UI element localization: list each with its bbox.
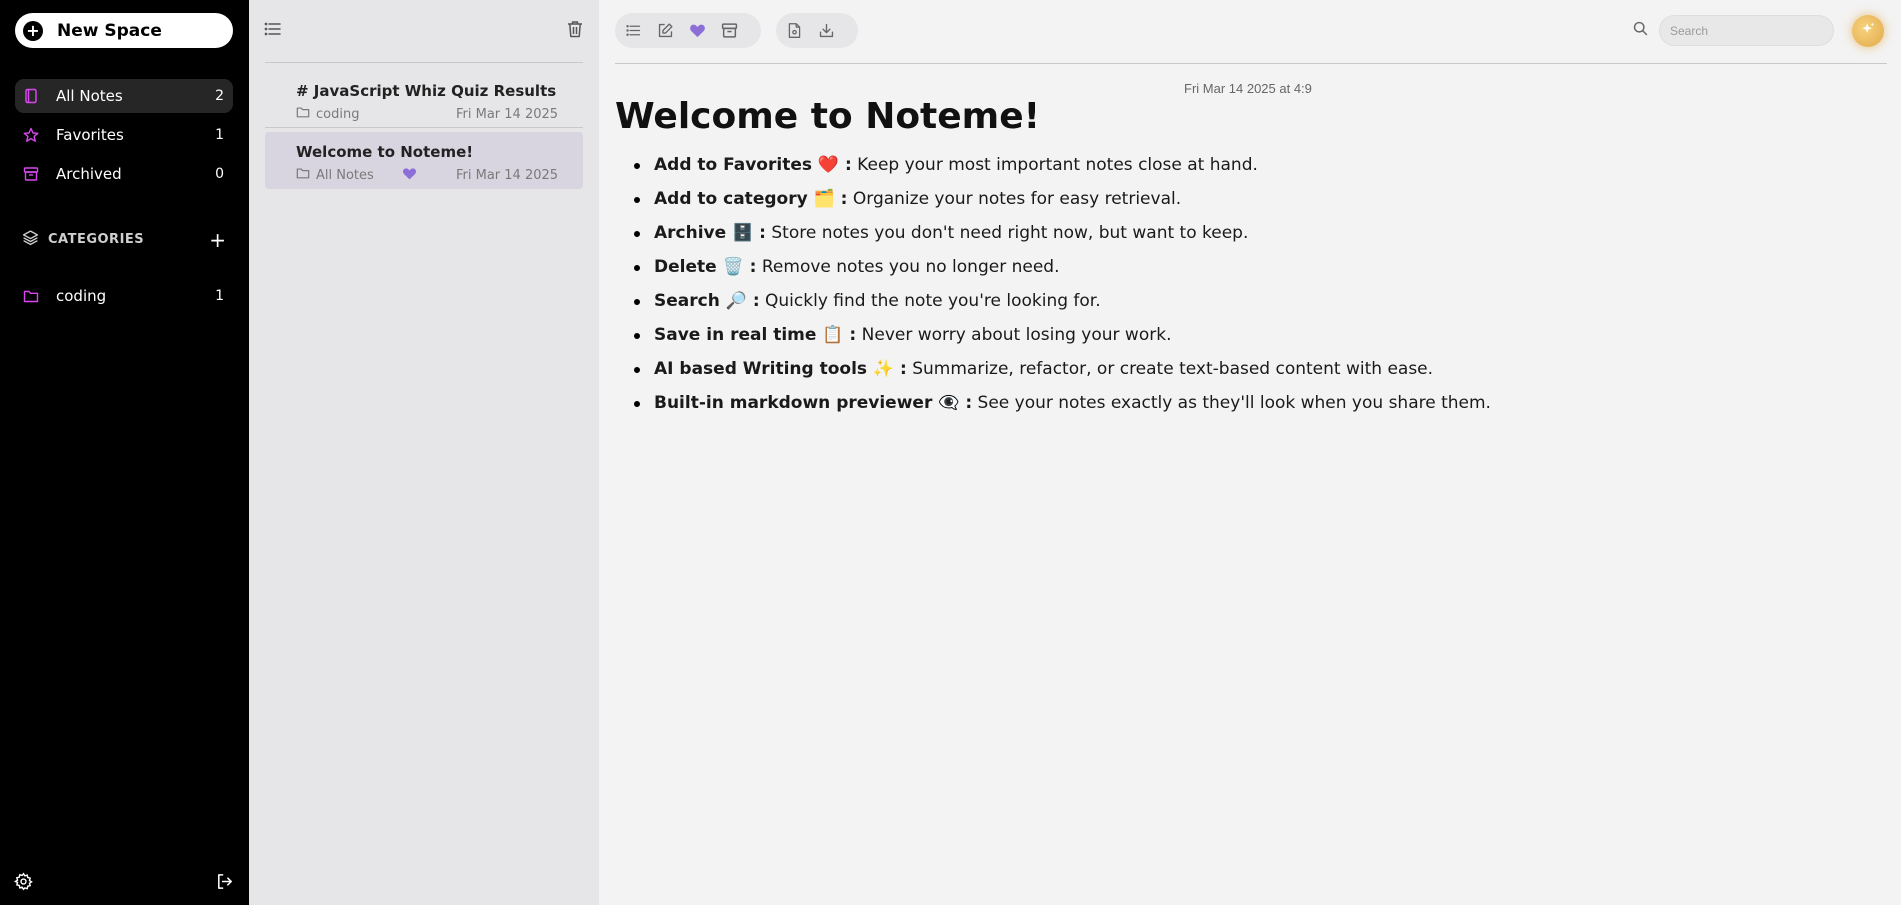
sidebar-item-count: 1	[215, 127, 224, 143]
sidebar-item-all-notes[interactable]: All Notes 2	[15, 79, 233, 113]
list-item: Built-in markdown previewer 👁️‍🗨️ : See …	[623, 388, 1823, 422]
notes-list-panel: # JavaScript Whiz Quiz Results coding Fr…	[249, 0, 599, 905]
note-title: Welcome to Noteme!	[296, 143, 474, 161]
ai-sparkle-button[interactable]	[1852, 15, 1884, 47]
list-view-icon[interactable]	[623, 21, 643, 41]
sidebar-item-count: 1	[215, 288, 224, 304]
list-item: Add to Favorites ❤️ : Keep your most imp…	[623, 150, 1823, 184]
feature-name: Archive 🗄️ :	[654, 223, 766, 243]
categories-header: CATEGORIES +	[22, 229, 226, 250]
folder-icon	[296, 166, 310, 184]
divider	[265, 62, 583, 63]
logout-icon[interactable]	[215, 872, 234, 895]
feature-name: Search 🔎 :	[654, 291, 760, 311]
feature-name: Save in real time 📋 :	[654, 325, 857, 345]
note-date: Fri Mar 14 2025	[456, 167, 559, 183]
category-list: coding 1	[15, 279, 233, 318]
edit-icon[interactable]	[655, 21, 675, 41]
sidebar-nav: All Notes 2 Favorites 1 Archived 0	[15, 79, 233, 196]
favorite-heart-icon	[402, 166, 417, 185]
categories-title: CATEGORIES	[48, 232, 145, 247]
note-category: All Notes	[316, 167, 374, 183]
sidebar-footer	[13, 872, 234, 895]
note-title: # JavaScript Whiz Quiz Results	[296, 82, 557, 100]
feature-list: Add to Favorites ❤️ : Keep your most imp…	[623, 150, 1823, 422]
feature-description: Summarize, refactor, or create text-base…	[906, 359, 1434, 379]
plus-circle-icon: +	[23, 20, 43, 41]
feature-name: AI based Writing tools ✨ :	[654, 359, 907, 379]
sidebar-item-archived[interactable]: Archived 0	[15, 157, 233, 191]
settings-gear-icon[interactable]	[13, 872, 33, 895]
trash-icon[interactable]	[565, 19, 585, 43]
new-space-button[interactable]: + New Space	[15, 13, 233, 48]
feature-description: Keep your most important notes close at …	[851, 155, 1258, 175]
new-space-label: New Space	[57, 20, 162, 41]
folder-icon	[22, 287, 40, 305]
note-meta: All Notes Fri Mar 14 2025	[296, 167, 583, 183]
list-item: Archive 🗄️ : Store notes you don't need …	[623, 218, 1823, 252]
feature-name: Delete 🗑️ :	[654, 257, 757, 277]
sidebar-item-label: Archived	[56, 165, 122, 183]
feature-description: Remove notes you no longer need.	[756, 257, 1060, 277]
sidebar-item-count: 2	[215, 88, 224, 104]
download-icon[interactable]	[816, 21, 836, 41]
list-item: AI based Writing tools ✨ : Summarize, re…	[623, 354, 1823, 388]
sidebar-item-label: All Notes	[56, 87, 123, 105]
divider	[615, 63, 1887, 64]
sidebar-item-label: Favorites	[56, 126, 124, 144]
feature-description: Store notes you don't need right now, bu…	[765, 223, 1249, 243]
feature-description: See your notes exactly as they'll look w…	[972, 393, 1491, 413]
editor-toolbar-primary	[615, 13, 761, 48]
feature-description: Organize your notes for easy retrieval.	[847, 189, 1182, 209]
archive-icon[interactable]	[719, 21, 739, 41]
document-title: Welcome to Noteme!	[615, 96, 1041, 137]
notes-toolbar	[263, 16, 585, 46]
list-item: Add to category 🗂️ : Organize your notes…	[623, 184, 1823, 218]
feature-description: Never worry about losing your work.	[856, 325, 1172, 345]
note-date: Fri Mar 14 2025	[456, 106, 559, 122]
note-card[interactable]: # JavaScript Whiz Quiz Results coding Fr…	[265, 71, 583, 128]
favorite-heart-icon[interactable]	[687, 21, 707, 41]
layers-icon	[22, 229, 39, 250]
sidebar: + New Space All Notes 2 Favorites 1 Arch…	[0, 0, 249, 905]
sidebar-item-favorites[interactable]: Favorites 1	[15, 118, 233, 152]
search-input[interactable]	[1659, 15, 1834, 46]
editor-panel: Fri Mar 14 2025 at 4:9 Welcome to Noteme…	[599, 0, 1901, 905]
add-category-button[interactable]: +	[209, 230, 226, 250]
editor-toolbar-secondary	[776, 13, 858, 48]
feature-name: Add to category 🗂️ :	[654, 189, 848, 209]
notebook-icon	[22, 87, 40, 105]
search-bar	[1632, 15, 1834, 46]
star-icon	[22, 126, 40, 144]
list-item: Search 🔎 : Quickly find the note you're …	[623, 286, 1823, 320]
folder-icon	[296, 105, 310, 123]
list-item: Save in real time 📋 : Never worry about …	[623, 320, 1823, 354]
list-view-icon[interactable]	[263, 19, 283, 43]
note-category: coding	[316, 106, 360, 122]
file-preview-icon[interactable]	[784, 21, 804, 41]
feature-name: Built-in markdown previewer 👁️‍🗨️ :	[654, 393, 973, 413]
note-meta: coding Fri Mar 14 2025	[296, 106, 583, 122]
list-item: Delete 🗑️ : Remove notes you no longer n…	[623, 252, 1823, 286]
sparkle-icon	[1860, 21, 1876, 41]
note-card-selected[interactable]: Welcome to Noteme! All Notes Fri Mar 14 …	[265, 132, 583, 189]
feature-name: Add to Favorites ❤️ :	[654, 155, 852, 175]
archive-icon	[22, 165, 40, 183]
feature-description: Quickly find the note you're looking for…	[759, 291, 1101, 311]
sidebar-item-coding[interactable]: coding 1	[15, 279, 233, 313]
sidebar-item-count: 0	[215, 166, 224, 182]
search-icon[interactable]	[1632, 20, 1649, 41]
sidebar-item-label: coding	[56, 287, 107, 305]
note-timestamp: Fri Mar 14 2025 at 4:9	[1184, 81, 1312, 96]
